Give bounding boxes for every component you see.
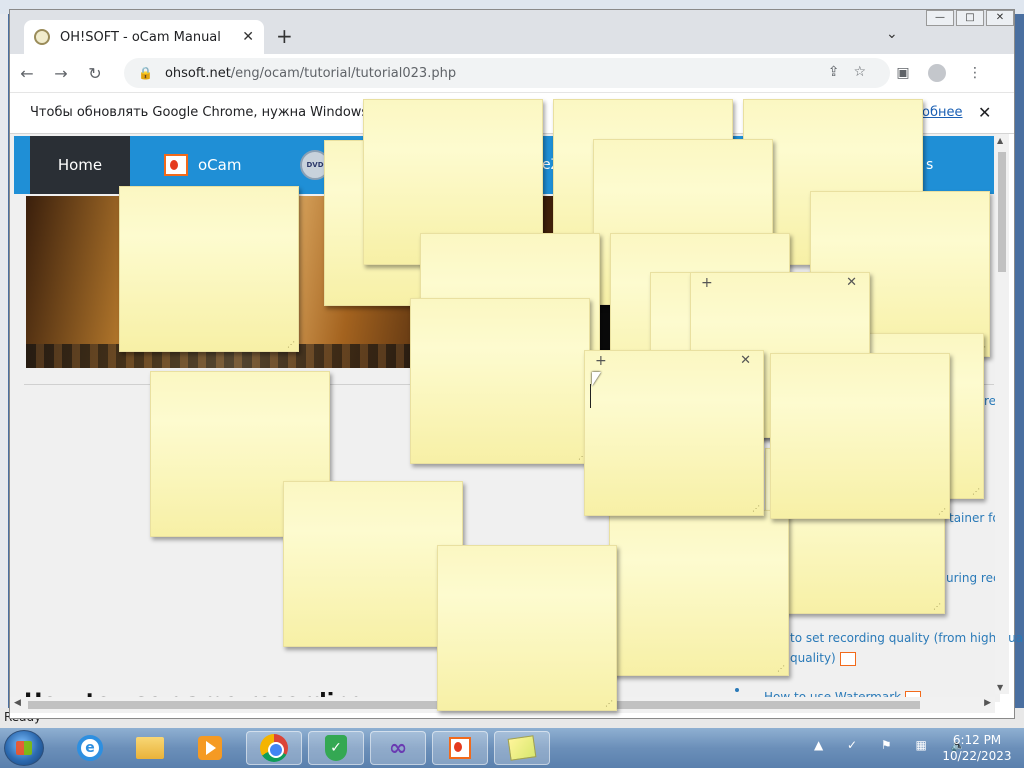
taskbar-ocam[interactable] [432, 731, 488, 765]
share-icon[interactable]: ⇪ [828, 64, 854, 80]
back-button[interactable]: ← [10, 64, 44, 83]
sidebar-link-quality[interactable]: to set recording quality (from high-qua [790, 631, 1023, 645]
list-bullet [735, 688, 739, 692]
vertical-scroll-thumb[interactable] [998, 152, 1006, 272]
clock-date: 10/22/2023 [942, 749, 1012, 763]
profile-avatar[interactable] [927, 64, 946, 82]
window-close-button[interactable]: ✕ [986, 10, 1014, 26]
sticky-note[interactable]: ⋰ [609, 510, 789, 676]
chrome-menu-icon[interactable]: ⋮ [968, 65, 1000, 81]
infobar-message: Чтобы обновлять Google Chrome, нужна Win… [30, 105, 410, 120]
sticky-note[interactable]: ⋰ [283, 481, 463, 647]
nav-home[interactable]: Home [30, 136, 130, 194]
sidebar-link-quality-cont[interactable]: quality) [790, 651, 856, 666]
add-note-icon[interactable]: + [595, 353, 607, 369]
site-favicon-icon [34, 29, 50, 45]
scroll-left-icon[interactable]: ◀ [14, 698, 21, 708]
resize-grip-icon[interactable]: ⋰ [752, 504, 760, 513]
sticky-note[interactable]: ⋰ [119, 186, 299, 352]
taskbar-internet-explorer[interactable]: e [62, 731, 118, 765]
resize-grip-icon[interactable]: ⋰ [933, 602, 941, 611]
bookmark-star-icon[interactable]: ☆ [853, 64, 880, 80]
folder-icon [136, 737, 164, 759]
taskbar: e ✓ ∞ ▲ ✓ ⚑ ▦ 🔈 6:12 PM 10/22/2023 [0, 728, 1024, 768]
resize-grip-icon[interactable]: ⋰ [605, 699, 613, 708]
scroll-down-icon[interactable]: ▼ [997, 683, 1003, 692]
sticky-note[interactable]: ⋰ [410, 298, 590, 464]
background-window-edge [0, 14, 8, 728]
url-host: ohsoft.net [164, 65, 231, 81]
sidebar-link-container[interactable]: tainer fo [949, 511, 1000, 525]
delete-note-icon[interactable]: ✕ [846, 275, 857, 290]
delete-note-icon[interactable]: ✕ [740, 353, 751, 368]
sidebar-link-during-recording[interactable]: uring rec [946, 571, 1000, 585]
nav-item-partial-right[interactable]: s [926, 136, 933, 194]
add-note-icon[interactable]: + [701, 275, 713, 291]
resize-grip-icon[interactable]: ⋰ [287, 340, 295, 349]
page-vertical-scrollbar[interactable]: ▲ ▼ [995, 134, 1009, 694]
resize-grip-icon[interactable]: ⋰ [938, 507, 946, 516]
forward-button[interactable]: → [44, 64, 78, 83]
taskbar-clock[interactable]: 6:12 PM 10/22/2023 [934, 732, 1020, 764]
chrome-icon [260, 734, 288, 762]
taskbar-sticky-notes[interactable] [494, 731, 550, 765]
tab-bar: OH!SOFT - oCam Manual ✕ + ⌄ — □ ✕ [10, 10, 1014, 54]
url-path: /eng/ocam/tutorial/tutorial023.php [230, 65, 457, 81]
minimize-button[interactable]: — [926, 10, 954, 26]
infobar-close-icon[interactable]: ✕ [978, 93, 991, 133]
shield-check-icon: ✓ [325, 735, 347, 761]
taskbar-visual-studio[interactable]: ∞ [370, 731, 426, 765]
new-tab-button[interactable]: + [276, 24, 293, 48]
sticky-note-active[interactable]: + ✕ ⋰ [584, 350, 764, 516]
ocam-icon [449, 737, 471, 759]
mouse-cursor-icon [592, 372, 601, 386]
visual-studio-icon: ∞ [388, 735, 408, 761]
text-caret [590, 384, 591, 408]
ocam-logo-icon [164, 154, 188, 176]
clock-time: 6:12 PM [952, 733, 1002, 747]
infobar-learn-more-link[interactable]: обнее [922, 93, 962, 133]
internet-explorer-icon: e [77, 735, 103, 761]
ocam-mini-icon [839, 651, 856, 666]
taskbar-chrome[interactable] [246, 731, 302, 765]
tab-close-icon[interactable]: ✕ [242, 29, 254, 45]
sticky-note[interactable]: ⋰ [437, 545, 617, 711]
tab-title: OH!SOFT - oCam Manual [60, 29, 221, 45]
lock-icon[interactable]: 🔒 [138, 66, 153, 80]
scroll-right-icon[interactable]: ▶ [984, 698, 991, 708]
side-panel-icon[interactable]: ▣ [896, 65, 927, 81]
browser-toolbar: ← → ↻ 🔒 ohsoft.net/eng/ocam/tutorial/tut… [10, 54, 1014, 92]
reload-button[interactable]: ↻ [78, 64, 112, 83]
window-controls: — □ ✕ [924, 10, 1014, 26]
scroll-up-icon[interactable]: ▲ [997, 136, 1003, 145]
media-player-icon [198, 736, 222, 760]
resize-grip-icon[interactable]: ⋰ [972, 487, 980, 496]
taskbar-media-player[interactable] [182, 731, 238, 765]
start-button[interactable] [4, 730, 44, 766]
resize-grip-icon[interactable]: ⋰ [777, 664, 785, 673]
taskbar-file-explorer[interactable] [122, 731, 178, 765]
sticky-note[interactable]: ⋰ [770, 353, 950, 519]
sticky-notes-icon [507, 735, 537, 761]
tab-search-icon[interactable]: ⌄ [886, 26, 898, 42]
browser-tab-ocam-manual[interactable]: OH!SOFT - oCam Manual ✕ [24, 20, 264, 54]
maximize-button[interactable]: □ [956, 10, 984, 26]
address-bar[interactable]: 🔒 ohsoft.net/eng/ocam/tutorial/tutorial0… [124, 58, 890, 88]
taskbar-security-app[interactable]: ✓ [308, 731, 364, 765]
